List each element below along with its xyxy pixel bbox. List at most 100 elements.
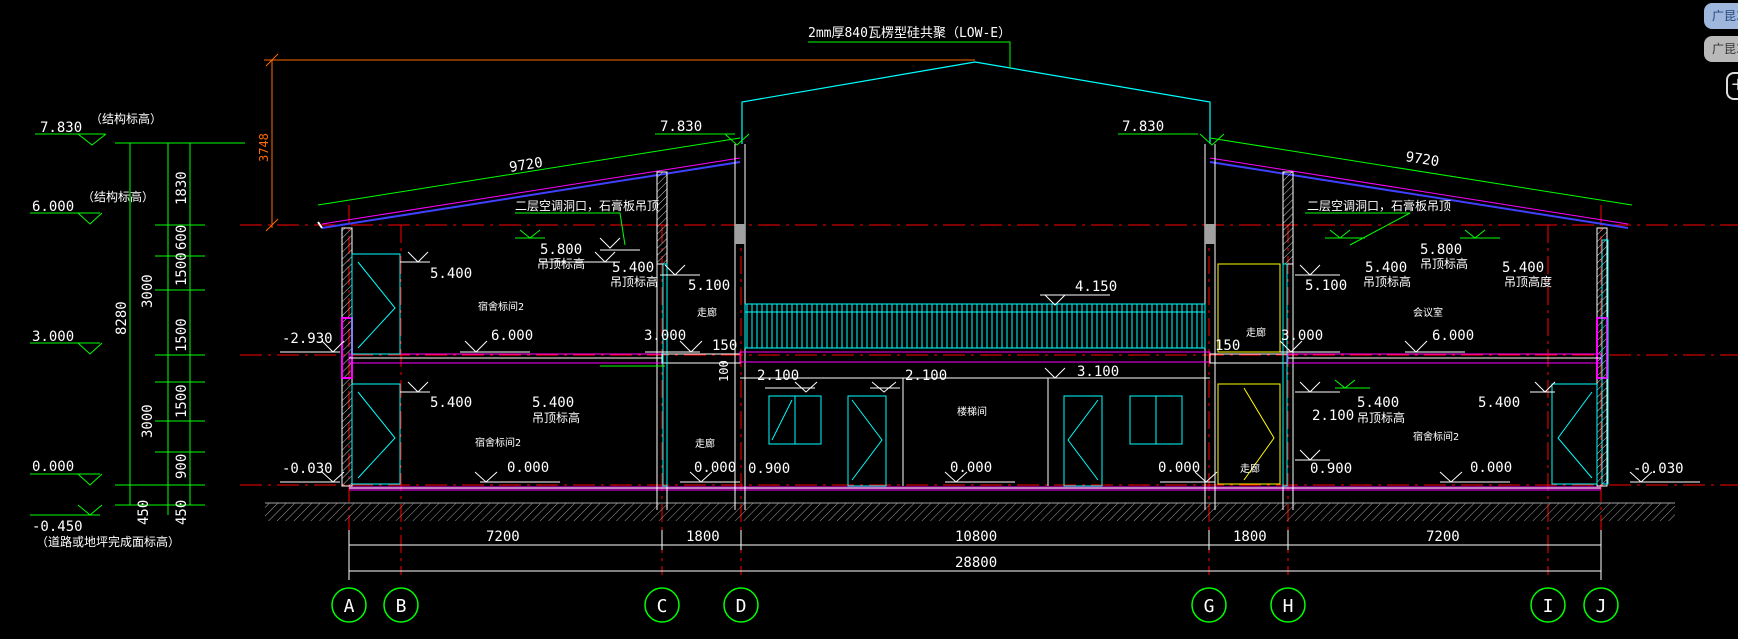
level-0450-note: （道路或地坪完成面标高） (36, 534, 180, 549)
axis-b: B (396, 596, 407, 617)
neg030-l: -0.030 (282, 461, 333, 477)
l2100-b: 2.100 (905, 368, 947, 384)
r5400-a: 5.400 (1365, 260, 1407, 276)
level-7830-center-right: 7.830 (1122, 119, 1164, 135)
level-6000-note: （结构标高） (82, 189, 154, 204)
note-leaders (515, 212, 1411, 246)
r-room: 宿舍标间2 (1413, 430, 1459, 443)
r3000: 3.000 (1281, 328, 1323, 344)
hdim-1800-right: 1800 (1233, 529, 1267, 545)
r6000: 6.000 (1432, 328, 1474, 344)
hdim-total-28800: 28800 (955, 555, 997, 571)
dim-1830: 1830 (174, 171, 190, 205)
level-3000-left: 3.000 (32, 329, 74, 345)
dim-900: 900 (174, 454, 190, 479)
r-ceil-c: 吊顶高度 (1504, 274, 1552, 289)
room-l1: 宿舍标间2 (475, 436, 521, 449)
r150: 150 (1215, 338, 1240, 354)
level-0000-left: 0.000 (32, 459, 74, 475)
axis-bubbles (331, 587, 1619, 623)
level-7830-left: 7.830 (40, 120, 82, 136)
neg030-r: -0.030 (1633, 461, 1684, 477)
l0900-a: 0.900 (748, 461, 790, 477)
r5800: 5.800 (1420, 242, 1462, 258)
roof-span-right: 9720 (1404, 149, 1440, 170)
level-7830-center-left: 7.830 (660, 119, 702, 135)
r-corr: 走廊 (1246, 326, 1266, 339)
axis-a: A (344, 596, 355, 617)
hdim-10800: 10800 (955, 529, 997, 545)
ground-hatch (265, 503, 1675, 521)
dim-3000-top: 3000 (140, 274, 156, 308)
dim-1500-c: 1500 (174, 384, 190, 418)
r0900: 0.900 (1310, 461, 1352, 477)
dim-3000-bottom: 3000 (140, 404, 156, 438)
hdim-7200-right: 7200 (1426, 529, 1460, 545)
ceil-b: 吊顶标高 (610, 274, 658, 289)
r5400-c: 5.400 (1357, 395, 1399, 411)
corr-a: 走廊 (697, 306, 717, 319)
l000-d: 0.000 (1158, 460, 1200, 476)
hdim-7200-left: 7200 (486, 529, 520, 545)
roof-material-title: 2mm厚840瓦楞型硅共聚（LOW-E） (808, 26, 1011, 41)
r5400-d: 5.400 (1478, 395, 1520, 411)
r-corr2: 走廊 (1240, 462, 1260, 475)
add-tab-icon[interactable]: + (1726, 72, 1738, 100)
axis-c: C (657, 596, 668, 617)
r5400-b: 5.400 (1502, 260, 1544, 276)
meeting: 会议室 (1413, 306, 1443, 319)
l5800-a: 5.800 (540, 242, 582, 258)
l3000-a: 3.000 (644, 328, 686, 344)
l000-a: 0.000 (507, 460, 549, 476)
l6000-a: 6.000 (491, 328, 533, 344)
n100: 100 (717, 360, 731, 382)
l5400-d: 5.400 (532, 395, 574, 411)
ceil-d: 吊顶标高 (532, 410, 580, 425)
r-ceil-d: 吊顶标高 (1357, 410, 1405, 425)
dim-450: 450 (174, 500, 190, 525)
dim-1500-b: 1500 (174, 318, 190, 352)
level-7830-note: （结构标高） (90, 111, 162, 126)
dim-600: 600 (174, 225, 190, 250)
neg2930: -2.930 (282, 331, 333, 347)
r000: 0.000 (1470, 460, 1512, 476)
axis-j: J (1596, 596, 1607, 617)
n150-a: 150 (712, 338, 737, 354)
l3100: 3.100 (1077, 364, 1119, 380)
r-ceil-a: 吊顶标高 (1363, 274, 1411, 289)
l4150: 4.150 (1075, 279, 1117, 295)
l000-c: 0.000 (950, 460, 992, 476)
hdim-1800-left: 1800 (686, 529, 720, 545)
axis-h: H (1283, 596, 1294, 617)
r2100: 2.100 (1312, 408, 1354, 424)
note-left: 二层空调洞口，石膏板吊顶 (515, 198, 659, 213)
note-right: 二层空调洞口，石膏板吊顶 (1307, 198, 1451, 213)
axis-i: I (1543, 596, 1554, 617)
l5400-c: 5.400 (430, 395, 472, 411)
layout-tab-2[interactable]: 广昆3 (1704, 36, 1738, 62)
r5100: 5.100 (1305, 278, 1347, 294)
railing (744, 303, 1206, 349)
r-ceil-b: 吊顶标高 (1420, 256, 1468, 271)
l5100-a: 5.100 (688, 278, 730, 294)
axis-d: D (736, 596, 747, 617)
dim-1500-a: 1500 (174, 252, 190, 286)
dim-8280: 8280 (114, 301, 130, 335)
title-leader (808, 41, 1011, 68)
l5400-a: 5.400 (430, 266, 472, 282)
dim-3748: 3748 (257, 133, 271, 162)
level-6000-left: 6.000 (32, 199, 74, 215)
yellow-doors (1217, 263, 1281, 485)
layout-tab-1[interactable]: 广昆3 (1704, 3, 1738, 29)
axis-g: G (1204, 596, 1215, 617)
roof-span-left: 9720 (508, 155, 544, 176)
dim-450-outer: 450 (136, 500, 152, 525)
ceil-a: 吊顶标高 (537, 256, 585, 271)
cad-section-drawing: 7.830 （结构标高） 6.000 （结构标高） 3.000 0.000 -0… (30, 26, 1738, 623)
level-0450-left: -0.450 (32, 519, 83, 535)
l000-b: 0.000 (694, 460, 736, 476)
stair: 楼梯间 (957, 405, 987, 418)
l2100-a: 2.100 (757, 368, 799, 384)
corr-b: 走廊 (695, 437, 715, 450)
l5400-b: 5.400 (612, 260, 654, 276)
